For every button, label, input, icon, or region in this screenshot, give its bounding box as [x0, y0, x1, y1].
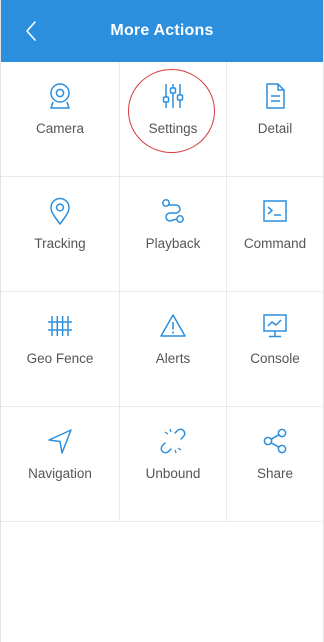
- broken-link-icon: [158, 426, 188, 456]
- share-icon: [260, 426, 290, 456]
- document-icon: [260, 81, 290, 111]
- terminal-icon: [260, 196, 290, 226]
- action-label: Share: [256, 466, 294, 481]
- action-label: Tracking: [34, 236, 86, 251]
- monitor-chart-icon: [260, 311, 290, 341]
- action-label: Camera: [35, 121, 84, 136]
- action-label: Alerts: [155, 351, 191, 366]
- action-command[interactable]: Command: [227, 177, 323, 292]
- action-share[interactable]: Share: [227, 407, 323, 522]
- fence-icon: [45, 311, 75, 341]
- camera-icon: [45, 81, 75, 111]
- warning-icon: [158, 311, 188, 341]
- header-bar: More Actions: [1, 0, 323, 62]
- action-label: Geo Fence: [26, 351, 94, 366]
- action-geo-fence[interactable]: Geo Fence: [1, 292, 120, 407]
- navigation-arrow-icon: [45, 426, 75, 456]
- action-label: Unbound: [145, 466, 201, 481]
- action-label: Console: [250, 351, 300, 366]
- action-label: Playback: [145, 236, 201, 251]
- action-detail[interactable]: Detail: [227, 62, 323, 177]
- action-label: Settings: [148, 121, 198, 136]
- action-label: Command: [243, 236, 307, 251]
- action-label: Detail: [257, 121, 293, 136]
- action-console[interactable]: Console: [227, 292, 323, 407]
- action-camera[interactable]: Camera: [1, 62, 120, 177]
- action-label: Navigation: [28, 466, 92, 481]
- actions-grid: Camera Settings Detail Tracking Playback…: [1, 62, 323, 522]
- more-actions-screen: More Actions Camera Settings Detail Trac…: [0, 0, 324, 642]
- page-title: More Actions: [110, 22, 214, 39]
- action-alerts[interactable]: Alerts: [120, 292, 227, 407]
- sliders-icon: [158, 81, 188, 111]
- action-navigation[interactable]: Navigation: [1, 407, 120, 522]
- action-settings[interactable]: Settings: [120, 62, 227, 177]
- route-icon: [158, 196, 188, 226]
- action-tracking[interactable]: Tracking: [1, 177, 120, 292]
- action-playback[interactable]: Playback: [120, 177, 227, 292]
- location-pin-icon: [45, 196, 75, 226]
- action-unbound[interactable]: Unbound: [120, 407, 227, 522]
